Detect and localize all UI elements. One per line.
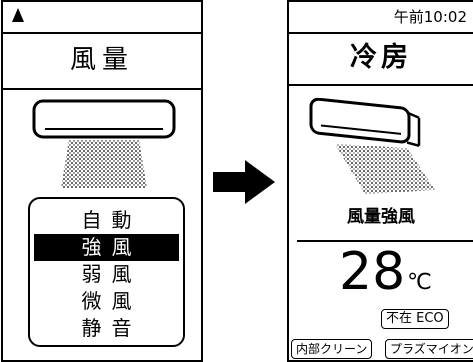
signal-icon (11, 7, 25, 27)
menu-item-weak[interactable]: 弱風 (34, 261, 179, 288)
internal-clean-badge: 内部クリーン (291, 339, 373, 359)
air-conditioner-icon (307, 97, 457, 202)
menu-item-auto[interactable]: 自動 (34, 207, 179, 234)
airflow-icon (335, 144, 435, 194)
menu-item-breeze[interactable]: 微風 (34, 288, 179, 315)
plasma-ion-badge: プラズマイオン (385, 339, 473, 359)
temperature-unit: ℃ (407, 270, 432, 295)
menu-item-quiet[interactable]: 静音 (34, 315, 179, 342)
fan-speed-menu: 自動 強風 弱風 微風 静音 (28, 197, 185, 347)
temperature-value: 28 (339, 242, 406, 302)
status-bar: 午前10:02 (289, 2, 473, 34)
air-conditioner-icon (31, 98, 177, 198)
fan-setting-label: 風量強風 (347, 207, 415, 227)
fan-speed-screen: 風量 自動 強風 弱風 微風 静音 (1, 0, 203, 362)
menu-item-strong[interactable]: 強風 (34, 234, 179, 261)
screen-title: 風量 (3, 32, 201, 90)
temperature-display: 28℃ (339, 242, 432, 313)
right-arrow-icon (213, 160, 275, 208)
clock-time: 午前10:02 (393, 8, 467, 26)
status-bar (3, 2, 201, 34)
cooling-screen: 午前10:02 冷房 風量強風 28℃ 不在 ECO 内部クリーン プラズマイオ… (287, 0, 473, 362)
away-eco-badge: 不在 ECO (381, 309, 449, 329)
airflow-icon (61, 140, 147, 188)
mode-title: 冷房 (289, 32, 473, 86)
